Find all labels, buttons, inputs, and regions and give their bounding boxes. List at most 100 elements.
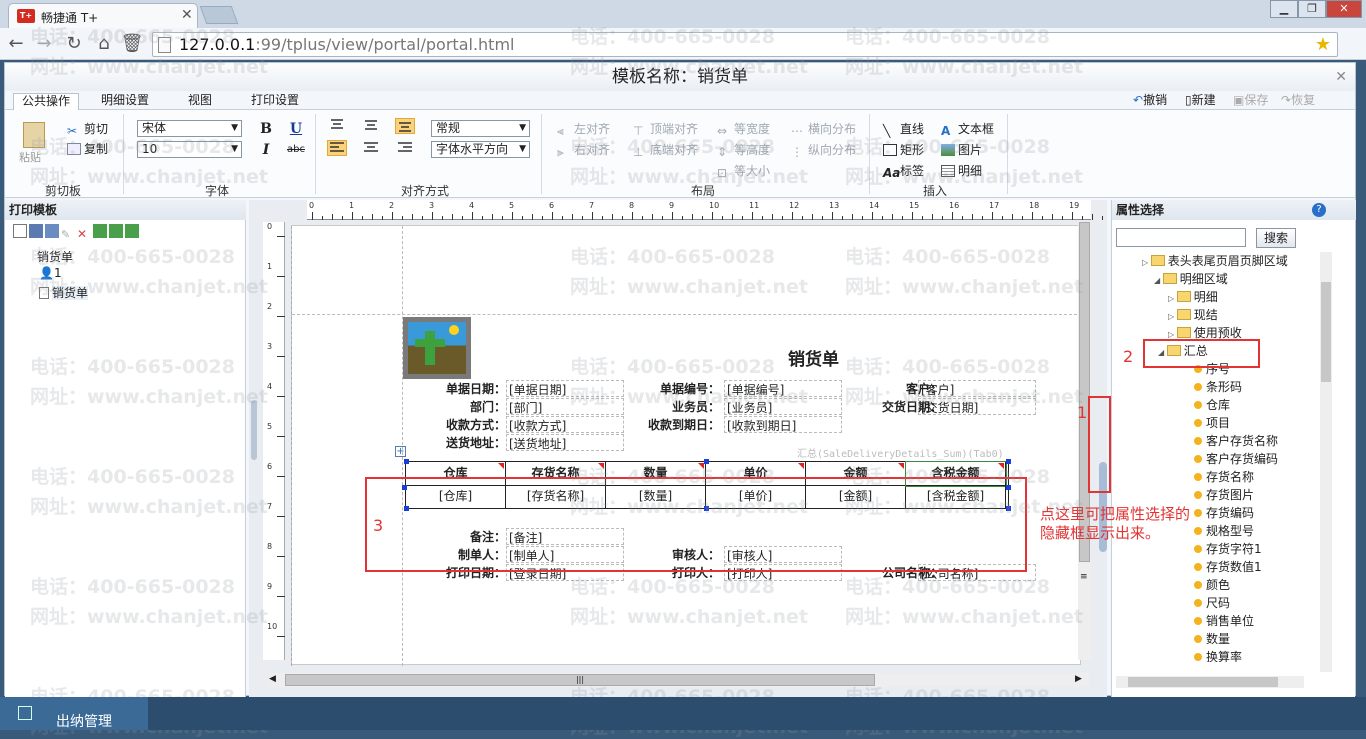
refresh-icon[interactable] — [125, 224, 139, 238]
selection-handle[interactable] — [704, 459, 709, 464]
save-file-icon[interactable] — [29, 224, 43, 238]
tree-field[interactable]: 尺码 — [1194, 594, 1230, 612]
align-bottom-icon[interactable] — [395, 118, 415, 134]
property-hscrollbar[interactable] — [1116, 676, 1304, 688]
back-icon[interactable]: ← — [4, 32, 28, 56]
field-placeholder[interactable]: [单据日期] — [506, 380, 624, 397]
tree-folder[interactable]: ▷ 现结 — [1168, 306, 1218, 324]
address-bar[interactable]: 127.0.0.1:99/tplus/view/portal/portal.ht… — [152, 32, 1338, 57]
field-placeholder[interactable]: [交货日期] — [918, 398, 1036, 415]
tab-detail-settings[interactable]: 明细设置 — [93, 93, 157, 110]
home-icon[interactable]: ⌂ — [92, 32, 116, 56]
canvas-hscrollbar[interactable]: ◀ ||| ▶ — [269, 673, 1089, 687]
hscroll-thumb[interactable]: ||| — [285, 674, 875, 686]
tree-field[interactable]: 数量 — [1194, 630, 1230, 648]
property-search-button[interactable]: 搜索 — [1256, 228, 1296, 248]
move-handle-icon[interactable]: + — [395, 446, 406, 457]
tree-field[interactable]: 存货字符1 — [1194, 540, 1262, 558]
insert-rect-button[interactable]: 矩形 — [883, 142, 924, 158]
tree-field[interactable]: 客户存货名称 — [1194, 432, 1278, 450]
tree-field[interactable]: 存货图片 — [1194, 486, 1254, 504]
tree-field[interactable]: 规格型号 — [1194, 522, 1254, 540]
import-icon[interactable] — [93, 224, 107, 238]
tree-field[interactable]: 项目 — [1194, 414, 1230, 432]
new-file-icon[interactable] — [13, 224, 27, 238]
align-right-icon[interactable] — [396, 141, 414, 155]
forward-icon[interactable]: → — [32, 32, 56, 56]
print-paper[interactable]: 销货单 汇总(SaleDeliveryDetails_Sum)(Tab0) + … — [291, 225, 1082, 666]
edit-icon[interactable]: ✎ — [61, 228, 75, 242]
tree-user-node[interactable]: 👤1 — [39, 266, 62, 280]
layout-left-align[interactable]: ⫷ 左对齐 — [557, 121, 610, 138]
field-placeholder[interactable]: [收款到期日] — [724, 416, 842, 433]
layout-equal-size[interactable]: ⊡ 等大小 — [717, 163, 770, 180]
minimize-button[interactable]: ▁ — [1270, 0, 1298, 18]
tab-public-ops[interactable]: 公共操作 — [13, 93, 80, 110]
tab-close-icon[interactable]: ✕ — [181, 7, 193, 23]
align-style-select[interactable]: 常规 ▼ — [431, 120, 530, 137]
export-icon[interactable] — [109, 224, 123, 238]
font-size-select[interactable]: 10 ▼ — [137, 141, 242, 158]
delete-icon[interactable]: ✕ — [77, 227, 91, 241]
layout-right-align[interactable]: ⫸ 右对齐 — [557, 142, 610, 159]
scroll-right-icon[interactable]: ▶ — [1075, 674, 1082, 684]
expand-right-icon[interactable]: ▷ — [1168, 330, 1177, 339]
tree-root[interactable]: 销货单 — [37, 248, 73, 265]
reload-icon[interactable]: ↻ — [62, 32, 86, 56]
tree-folder[interactable]: ▷ 明细 — [1168, 288, 1218, 306]
font-direction-select[interactable]: 字体水平方向 ▼ — [431, 141, 530, 158]
field-placeholder[interactable]: [部门] — [506, 398, 624, 415]
align-center-icon[interactable] — [362, 141, 380, 155]
insert-line-button[interactable]: ╲ 直线 — [883, 121, 924, 138]
tree-field[interactable]: 存货编码 — [1194, 504, 1254, 522]
layout-equal-height[interactable]: ⇕ 等高度 — [717, 142, 770, 159]
align-top-icon[interactable] — [328, 118, 346, 132]
tree-folder[interactable]: ◢ 明细区域 — [1154, 270, 1228, 288]
scroll-left-icon[interactable]: ◀ — [269, 674, 276, 684]
paste-button[interactable]: 粘贴 — [19, 122, 49, 164]
tree-field[interactable]: 颜色 — [1194, 576, 1230, 594]
field-placeholder[interactable]: [收款方式] — [506, 416, 624, 433]
new-button[interactable]: ▯新建 — [1185, 93, 1216, 108]
tab-view[interactable]: 视图 — [180, 93, 220, 110]
property-vscroll-thumb[interactable] — [1321, 282, 1331, 382]
field-placeholder[interactable]: [业务员] — [724, 398, 842, 415]
selection-handle[interactable] — [1006, 459, 1011, 464]
layout-h-distribute[interactable]: ⋯ 横向分布 — [791, 121, 856, 138]
align-left-icon[interactable] — [327, 140, 347, 156]
expand-right-icon[interactable]: ▷ — [1168, 294, 1177, 303]
save-button[interactable]: ▣保存 — [1233, 93, 1268, 108]
restore-button[interactable]: ↷恢复 — [1281, 93, 1315, 108]
cut-button[interactable]: ✂ 剪切 — [67, 121, 108, 138]
tree-field[interactable]: 仓库 — [1194, 396, 1230, 414]
save-as-icon[interactable] — [45, 224, 59, 238]
doc-heading[interactable]: 销货单 — [788, 345, 839, 370]
copy-button[interactable]: 复制 — [67, 141, 108, 157]
insert-image-button[interactable]: 图片 — [941, 142, 982, 158]
logo-image[interactable] — [403, 317, 471, 379]
property-search-input[interactable] — [1116, 228, 1246, 247]
tree-template-node[interactable]: 销货单 — [39, 284, 89, 301]
browser-tab[interactable]: T+ 畅捷通 T+ ✕ — [8, 3, 198, 28]
bookmark-star-icon[interactable]: ★ — [1315, 33, 1331, 56]
dialog-close-icon[interactable]: ✕ — [1335, 69, 1347, 85]
undo-button[interactable]: ↶撤销 — [1133, 93, 1167, 108]
expand-right-icon[interactable]: ▷ — [1142, 258, 1151, 267]
maximize-button[interactable]: ❐ — [1298, 0, 1326, 18]
underline-button[interactable]: U — [287, 120, 305, 138]
window-close-button[interactable]: ✕ — [1326, 0, 1362, 18]
expand-down-icon[interactable]: ◢ — [1154, 276, 1163, 285]
layout-bottom-align[interactable]: ⊥ 底端对齐 — [633, 142, 698, 159]
insert-label-button[interactable]: Aa标签 — [883, 163, 924, 180]
help-icon[interactable]: ? — [1312, 203, 1326, 217]
tab-print-settings[interactable]: 打印设置 — [243, 93, 307, 110]
align-middle-icon[interactable] — [362, 118, 380, 132]
expand-right-icon[interactable]: ▷ — [1168, 312, 1177, 321]
new-tab-button[interactable] — [199, 6, 239, 24]
italic-button[interactable]: I — [257, 141, 275, 159]
tree-field[interactable]: 存货名称 — [1194, 468, 1254, 486]
insert-textbox-button[interactable]: A 文本框 — [941, 121, 994, 138]
field-placeholder[interactable]: [送货地址] — [506, 434, 624, 451]
property-hscroll-thumb[interactable] — [1128, 677, 1278, 687]
tree-field[interactable]: 条形码 — [1194, 378, 1242, 396]
